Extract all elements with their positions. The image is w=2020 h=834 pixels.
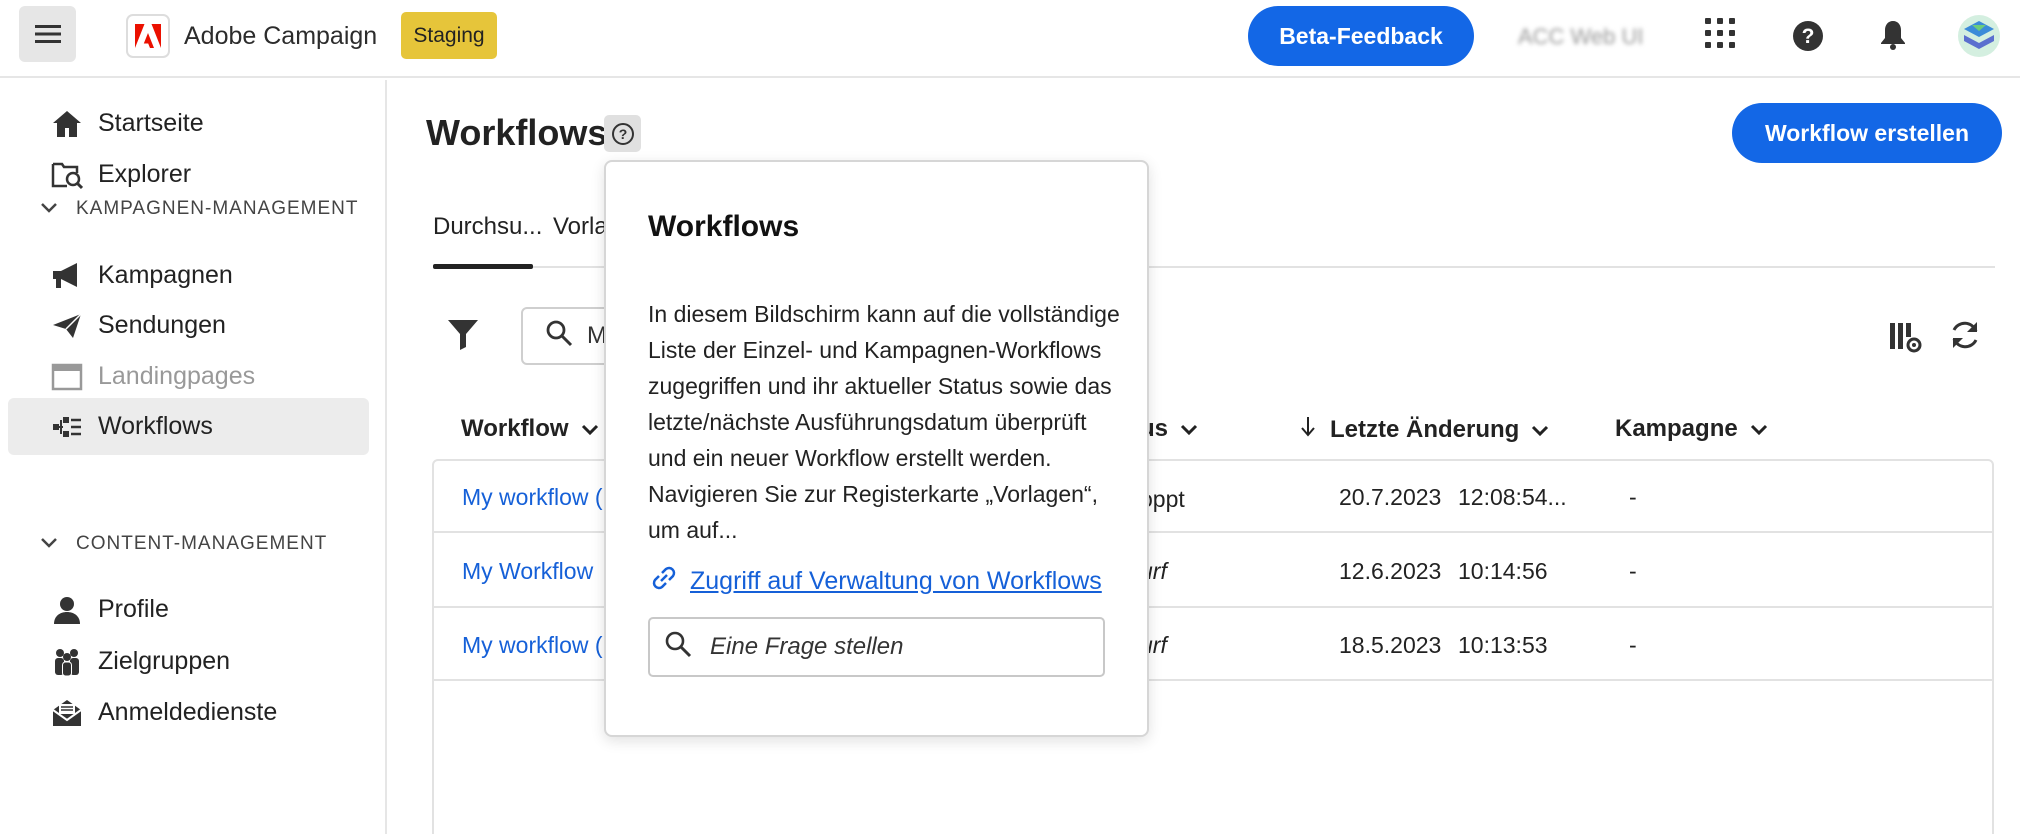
- megaphone-icon: [50, 259, 84, 293]
- sidebar-item-label: Sendungen: [98, 311, 226, 339]
- table-row-workflow-link[interactable]: My Workflow: [462, 558, 593, 585]
- chevron-down-icon: [1750, 415, 1768, 443]
- help-circle-icon[interactable]: ?: [604, 115, 641, 152]
- sidebar-item-zielgruppen[interactable]: Zielgruppen: [8, 633, 369, 690]
- sidebar-item-explorer[interactable]: Explorer: [8, 146, 369, 203]
- notifications-bell-icon[interactable]: [1879, 19, 1907, 56]
- sidebar-item-anmeldedienste[interactable]: Anmeldedienste: [8, 684, 369, 741]
- sidebar-item-startseite[interactable]: Startseite: [8, 95, 369, 152]
- active-tab-indicator: [433, 264, 533, 269]
- user-avatar[interactable]: [1958, 15, 2000, 57]
- sidebar-item-workflows[interactable]: Workflows: [8, 398, 369, 455]
- environment-badge: Staging: [401, 12, 497, 59]
- workflow-management-link[interactable]: Zugriff auf Verwaltung von Workflows: [648, 562, 1102, 601]
- popover-title: Workflows: [648, 210, 800, 243]
- refresh-icon[interactable]: [1948, 318, 1982, 357]
- column-header-label: Kampagne: [1615, 415, 1738, 442]
- sidebar-item-sendungen[interactable]: Sendungen: [8, 297, 369, 354]
- help-icon[interactable]: ?: [1792, 20, 1824, 57]
- table-row-campaign: -: [1629, 632, 1637, 658]
- ask-question-input[interactable]: Eine Frage stellen: [648, 617, 1105, 677]
- workflow-icon: [50, 410, 84, 444]
- chevron-down-icon: [1180, 415, 1198, 443]
- ask-placeholder: Eine Frage stellen: [710, 633, 904, 660]
- sidebar-item-profile[interactable]: Profile: [8, 581, 369, 638]
- org-name[interactable]: ACC Web UI: [1518, 24, 1644, 50]
- send-icon: [50, 309, 84, 343]
- sidebar-item-label: Startseite: [98, 109, 204, 137]
- sidebar-item-landingpages[interactable]: Landingpages: [8, 348, 369, 405]
- home-icon: [50, 107, 84, 141]
- column-header-label: Letzte Änderung: [1330, 415, 1520, 443]
- app-name: Adobe Campaign: [184, 22, 378, 50]
- section-label: KAMPAGNEN-MANAGEMENT: [76, 198, 359, 219]
- sidebar-item-label: Workflows: [98, 412, 213, 440]
- section-content-management[interactable]: CONTENT-MANAGEMENT: [40, 533, 327, 555]
- help-popover: Workflows In diesem Bildschirm kann auf …: [604, 160, 1149, 737]
- user-icon: [50, 593, 84, 627]
- table-row-date: 18.5.2023: [1339, 632, 1442, 658]
- svg-text:?: ?: [618, 126, 627, 142]
- tab-browse[interactable]: Durchsu...: [433, 213, 542, 241]
- sidebar-item-label: Kampagnen: [98, 261, 233, 289]
- section-campaign-management[interactable]: KAMPAGNEN-MANAGEMENT: [40, 198, 359, 220]
- adobe-logo-icon: [126, 14, 170, 58]
- create-workflow-button[interactable]: Workflow erstellen: [1732, 103, 2002, 163]
- sidebar-item-label: Landingpages: [98, 362, 256, 390]
- sidebar: Startseite Explorer KAMPAGNEN-MANAGEMENT…: [0, 80, 387, 834]
- menu-icon[interactable]: [19, 6, 76, 62]
- search-icon: [545, 319, 573, 354]
- popover-description: In diesem Bildschirm kann auf die vollst…: [648, 301, 1120, 543]
- apps-grid-icon[interactable]: [1705, 18, 1735, 48]
- audiences-icon: [50, 645, 84, 679]
- chevron-down-icon: [1531, 416, 1549, 444]
- subscription-icon: [50, 696, 84, 730]
- table-row-date: 20.7.2023: [1339, 484, 1442, 510]
- tab-templates[interactable]: Vorla: [553, 213, 608, 241]
- column-settings-icon[interactable]: [1888, 320, 1922, 359]
- column-header-workflow[interactable]: Workflow: [461, 415, 599, 443]
- sort-descending-icon: [1300, 415, 1316, 444]
- table-row-time: 10:13:53: [1458, 632, 1548, 658]
- sidebar-item-label: Explorer: [98, 160, 192, 188]
- top-bar: Adobe Campaign Staging Beta-Feedback ACC…: [0, 0, 2020, 78]
- sidebar-item-label: Profile: [98, 595, 169, 623]
- landing-page-icon: [50, 360, 84, 394]
- page-title: Workflows: [426, 112, 608, 153]
- link-icon: [648, 562, 680, 601]
- explorer-icon: [50, 158, 84, 192]
- column-header-label: Workflow: [461, 415, 569, 442]
- section-label: CONTENT-MANAGEMENT: [76, 533, 328, 554]
- sidebar-item-label: Anmeldedienste: [98, 698, 278, 726]
- sidebar-item-label: Zielgruppen: [98, 647, 231, 675]
- table-row-date: 12.6.2023: [1339, 558, 1442, 584]
- chevron-down-icon: [581, 415, 599, 443]
- search-icon: [664, 630, 692, 665]
- table-row-campaign: -: [1629, 558, 1637, 584]
- column-header-last-modified[interactable]: Letzte Änderung: [1300, 415, 1549, 444]
- filter-icon[interactable]: [446, 317, 480, 356]
- sidebar-item-kampagnen[interactable]: Kampagnen: [8, 247, 369, 304]
- chevron-down-icon: [40, 198, 58, 220]
- table-row-time: 12:08:54...: [1458, 484, 1567, 510]
- chevron-down-icon: [40, 533, 58, 555]
- table-row-time: 10:14:56: [1458, 558, 1548, 584]
- link-label: Zugriff auf Verwaltung von Workflows: [690, 567, 1102, 595]
- beta-feedback-button[interactable]: Beta-Feedback: [1248, 6, 1474, 66]
- column-header-campaign[interactable]: Kampagne: [1615, 415, 1768, 443]
- svg-text:?: ?: [1802, 25, 1815, 48]
- table-row-workflow-link[interactable]: My workflow (: [462, 632, 603, 659]
- table-row-workflow-link[interactable]: My workflow (: [462, 484, 603, 511]
- table-row-campaign: -: [1629, 484, 1637, 510]
